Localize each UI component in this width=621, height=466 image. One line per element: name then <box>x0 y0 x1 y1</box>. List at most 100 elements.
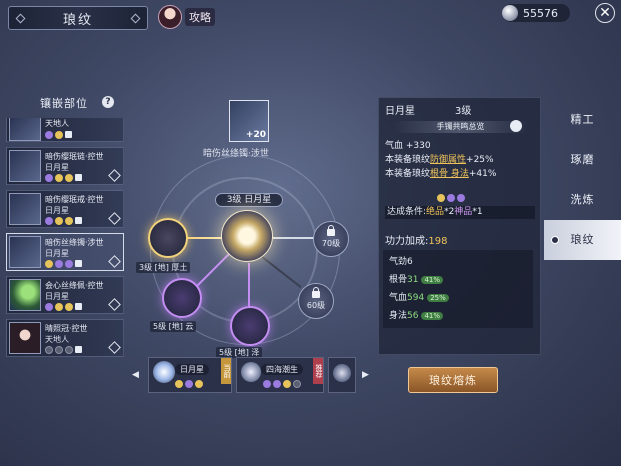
socket-gold-label: 3级 [地] 厚土 <box>136 262 191 273</box>
slot-gems <box>45 174 82 182</box>
current-tag: 当前 <box>221 358 231 384</box>
wave-gem-icon <box>241 362 261 382</box>
selected-dot-icon <box>551 236 559 244</box>
enhance-value: +20 <box>245 130 266 140</box>
core-gem-label: 3级 日月星 <box>215 193 283 207</box>
slot-name: 晴照冠·控世 <box>45 324 88 333</box>
carousel-next-button[interactable]: ▶ <box>362 370 369 380</box>
achieve-condition: 达成条件:绝品*2神品*1 <box>385 206 535 219</box>
slot-gems <box>45 303 82 311</box>
inlay-slot-list[interactable]: 天地人 暗伤缨珉链·控世 日月星 暗伤缨珉戒·控世 日月星 暗伤丝绦镯·涉世 日… <box>6 118 124 370</box>
sun-gem-icon <box>153 361 175 383</box>
slot-name: 暗伤丝绦镯·涉世 <box>45 238 104 247</box>
gem-icon <box>333 364 351 382</box>
add-gem-icon[interactable] <box>108 298 121 311</box>
slot-gems <box>45 217 82 225</box>
bonus-row: 身法56 41% <box>389 308 444 321</box>
tab-refine[interactable]: 精工 <box>544 100 621 140</box>
selected-equipment-name: 暗伤丝绦镯·涉世 <box>203 149 269 159</box>
side-tabs: 精工 琢磨 洗炼 琅纹 <box>544 100 621 260</box>
selected-equipment-card[interactable]: +20 <box>229 100 269 142</box>
gem-set-carousel: 日月星 当前 四海潮生 推荐 <box>148 357 356 393</box>
list-item[interactable]: 天地人 <box>6 118 124 142</box>
tab-label: 琅纹 <box>570 233 595 246</box>
slot-gems <box>45 346 82 354</box>
equipment-thumb <box>9 150 41 182</box>
gem-set-card-recommended[interactable]: 四海潮生 推荐 <box>236 357 324 393</box>
tab-reforge[interactable]: 洗炼 <box>544 180 621 220</box>
carousel-prev-button[interactable]: ◀ <box>132 370 139 380</box>
stat-line: 本装备琅纹防御属性+25% <box>385 155 494 165</box>
power-bonus: 功力加成:198 <box>385 236 448 247</box>
slot-gems <box>45 131 72 139</box>
gem-set-name: 四海潮生 <box>261 364 303 375</box>
slot-sub: 日月星 <box>45 292 69 301</box>
add-gem-icon[interactable] <box>108 212 121 225</box>
bonus-row: 气血594 25% <box>389 290 449 303</box>
equipment-thumb <box>9 236 41 268</box>
lock-icon <box>327 225 335 236</box>
socket-gold[interactable] <box>148 218 188 258</box>
add-gem-icon[interactable] <box>108 255 121 268</box>
gem-smelt-button[interactable]: 琅纹熔炼 <box>408 367 498 393</box>
slot-sub: 日月星 <box>45 249 69 258</box>
gem-set-gems <box>263 380 301 388</box>
socket-violet-1[interactable] <box>162 278 202 318</box>
equipment-thumb <box>9 279 41 311</box>
decor-diamond-icon <box>130 13 141 24</box>
currency-display: 55576 <box>502 4 570 22</box>
list-item[interactable]: 晴照冠·控世 天地人 <box>6 319 124 357</box>
equipment-thumb <box>9 193 41 225</box>
gem-set-card-partial[interactable] <box>328 357 356 393</box>
equipment-thumb <box>9 322 41 354</box>
locked-socket-70[interactable]: 70级 <box>313 221 349 257</box>
lock-icon <box>312 287 320 298</box>
list-item[interactable]: 暗伤缨珉戒·控世 日月星 <box>6 190 124 228</box>
page-title: 琅纹 <box>62 12 93 28</box>
bonus-row: 根骨31 41% <box>389 272 444 285</box>
close-button[interactable]: ✕ <box>595 3 615 23</box>
add-gem-icon[interactable] <box>108 169 121 182</box>
core-gem-sun-icon[interactable] <box>221 210 273 262</box>
list-item[interactable]: 会心丝绦佩·控世 日月星 <box>6 276 124 314</box>
guide-label: 攻略 <box>185 8 215 26</box>
magnifier-icon[interactable] <box>510 120 522 132</box>
slot-name: 暗伤缨珉链·控世 <box>45 152 104 161</box>
tab-gem-pattern[interactable]: 琅纹 <box>544 220 621 260</box>
slot-sub: 日月星 <box>45 206 69 215</box>
tab-polish[interactable]: 琢磨 <box>544 140 621 180</box>
slot-name: 天地人 <box>45 119 69 128</box>
list-item-selected[interactable]: 暗伤丝绦镯·涉世 日月星 <box>6 233 124 271</box>
bonus-stats-box: 气劲6 根骨31 41% 气血594 25% 身法56 41% <box>383 250 533 328</box>
stat-line: 气血 +330 <box>385 141 431 151</box>
gem-set-gems <box>175 380 203 388</box>
recommended-tag: 推荐 <box>313 358 323 384</box>
page-title-bar: 琅纹 <box>8 6 148 30</box>
socket-violet-2[interactable] <box>230 306 270 346</box>
slot-gems <box>45 260 82 268</box>
gem-set-card-current[interactable]: 日月星 当前 <box>148 357 232 393</box>
slot-name: 会心丝绦佩·控世 <box>45 281 104 290</box>
gem-set-name: 日月星 <box>175 364 209 375</box>
unlock-level: 60级 <box>306 301 326 310</box>
guide-button[interactable]: 攻略 <box>158 4 215 30</box>
inlay-slots-header: 镶嵌部位 <box>40 97 88 110</box>
set-overview-label: 手镯共鸣总览 <box>436 122 485 131</box>
gem-info-panel: 日月星 3级 手镯共鸣总览 气血 +330 本装备琅纹防御属性+25% 本装备琅… <box>378 97 541 355</box>
guide-avatar <box>158 5 182 29</box>
list-item[interactable]: 暗伤缨珉链·控世 日月星 <box>6 147 124 185</box>
slot-sub: 天地人 <box>45 335 69 344</box>
equipment-thumb <box>9 118 41 141</box>
unlock-level: 70级 <box>321 239 341 248</box>
close-icon: ✕ <box>599 5 611 21</box>
stat-line: 本装备琅纹根骨 身法+41% <box>385 169 497 179</box>
violet-link-line-2 <box>248 263 250 311</box>
help-icon[interactable]: ? <box>102 96 114 108</box>
locked-socket-60[interactable]: 60级 <box>298 283 334 319</box>
slot-name: 暗伤缨珉戒·控世 <box>45 195 104 204</box>
decor-diamond-icon <box>15 13 26 24</box>
bonus-row: 气劲6 <box>389 257 413 267</box>
add-gem-icon[interactable] <box>108 341 121 354</box>
resonance-gems <box>437 194 465 202</box>
set-overview-bar[interactable]: 手镯共鸣总览 <box>393 120 528 133</box>
